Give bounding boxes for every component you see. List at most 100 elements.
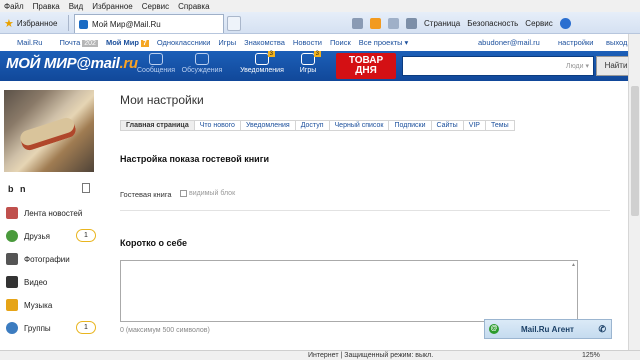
camera-icon [6,253,18,265]
checkbox-label: видимый блок [189,190,236,197]
rss-icon[interactable] [370,17,381,29]
profile-card-icon[interactable] [82,183,90,193]
tab-blacklist[interactable]: Черный список [329,120,390,131]
tab-whats-new[interactable]: Что нового [194,120,241,131]
print-icon[interactable] [406,17,417,29]
menu-edit[interactable]: Правка [33,2,60,11]
sidebar-item-label: Музыка [24,300,53,310]
music-icon [6,299,18,311]
sidebar-item-label: Фотографии [24,254,70,264]
nav-ok[interactable]: Одноклассники [157,38,211,47]
nav-dating[interactable]: Знакомства [244,38,285,47]
zoom-level[interactable]: 125% [582,352,600,359]
sidebar-item-feed[interactable]: Лента новостей [6,206,100,220]
sidebar: b n Лента новостей Друзья 1 Фотографии В… [0,81,100,350]
search-input[interactable]: Люди ▾ [402,56,594,76]
tab-notifications[interactable]: Уведомления [240,120,296,131]
nav-games-label: Игры [299,67,317,74]
about-textarea[interactable] [120,260,578,322]
promo-text: ТОВАР ДНЯ [348,55,384,76]
tools-menu[interactable]: Сервис [525,19,552,28]
security-menu[interactable]: Безопасность [467,19,518,28]
settings-panel: Мои настройки Главная страница Что новог… [100,81,640,350]
nav-discussions[interactable]: Обсуждения [180,53,224,74]
checkbox-box [180,190,187,197]
groups-icon [6,322,18,334]
mailru-agent-bar[interactable]: @ Mail.Ru Агент ✆ [484,319,612,339]
star-icon: ★ [4,17,14,30]
mymir-count-badge: 7 [140,40,149,47]
mailru-favicon-icon [79,19,88,29]
user-name[interactable]: b n [8,184,28,194]
page-scrollbar[interactable] [628,34,640,350]
about-heading: Коротко о себе [120,238,188,248]
sidebar-item-photos[interactable]: Фотографии [6,252,100,266]
tab-title: Мой Мир@Mail.Ru [92,19,161,29]
menu-view[interactable]: Вид [69,2,83,11]
tab-vip[interactable]: VIP [463,120,486,131]
sidebar-item-label: Группы [24,323,51,333]
settings-link[interactable]: настройки [558,38,594,47]
portal-header: МОЙ МИР@mail.ru Сообщения Обсуждения 3 У… [0,51,640,81]
nav-games-icon[interactable]: 3 Игры [286,51,330,74]
settings-tabs: Главная страница Что нового Уведомления … [120,120,515,131]
guestbook-visible-checkbox[interactable]: видимый блок [180,190,235,197]
home-icon[interactable] [352,17,363,29]
security-zone: Интернет | Защищенный режим: выкл. [308,352,434,359]
search-placeholder: Люди [565,63,584,70]
logo-text: МОЙ МИР@mail [6,55,120,72]
sidebar-item-label: Лента новостей [24,208,83,218]
nav-mail[interactable]: Почта 202 [59,38,98,47]
sidebar-item-music[interactable]: Музыка [6,298,100,312]
tab-themes[interactable]: Темы [485,120,515,131]
chevron-down-icon: ▾ [404,38,409,47]
new-tab-button[interactable] [227,16,241,31]
sidebar-item-video[interactable]: Видео [6,275,100,289]
tab-bar: ★ Избранное Мой Мир@Mail.Ru Страница Без… [0,12,640,34]
page-menu[interactable]: Страница [424,19,460,28]
sidebar-item-groups[interactable]: Группы 1 [6,321,100,335]
home-icon [6,207,18,219]
tab-sites[interactable]: Сайты [431,120,464,131]
status-bar: Интернет | Защищенный режим: выкл. 125% [0,350,640,360]
sidebar-item-friends[interactable]: Друзья 1 [6,229,100,243]
nav-news[interactable]: Новости [293,38,322,47]
games-count: 3 [313,51,321,57]
menu-file[interactable]: Файл [4,2,24,11]
tab-access[interactable]: Доступ [295,120,330,131]
nav-notifications[interactable]: 3 Уведомления [240,51,284,74]
mail-icon[interactable] [388,17,399,29]
browser-tab[interactable]: Мой Мир@Mail.Ru [74,14,224,33]
favorites-button[interactable]: ★ Избранное [4,15,57,31]
mymir-logo[interactable]: МОЙ МИР@mail.ru [6,55,138,72]
page-title: Мои настройки [120,93,204,107]
product-of-day-banner[interactable]: ТОВАР ДНЯ [336,53,396,79]
command-bar: Страница Безопасность Сервис [352,15,571,31]
tab-main-page[interactable]: Главная страница [120,120,195,131]
nav-discussions-label: Обсуждения [181,67,223,74]
nav-mymir[interactable]: Мой Мир 7 [106,38,149,47]
guestbook-heading: Настройка показа гостевой книги [120,154,269,164]
help-icon[interactable] [559,17,571,29]
nav-all-projects[interactable]: Все проекты [359,38,403,47]
menu-favorites[interactable]: Избранное [92,2,133,11]
nav-games[interactable]: Игры [218,38,236,47]
logout-link[interactable]: выход [606,38,627,47]
nav-mailru[interactable]: Mail.Ru [17,38,42,47]
phone-icon[interactable]: ✆ [598,324,606,335]
scrollbar-thumb[interactable] [631,86,639,216]
tab-subscriptions[interactable]: Подписки [389,120,432,131]
nav-mail-label: Почта [59,38,81,47]
nav-notifications-label: Уведомления [240,67,284,74]
menu-help[interactable]: Справка [178,2,209,11]
sidebar-item-label: Друзья [24,231,50,241]
menu-tools[interactable]: Сервис [142,2,169,11]
nav-search[interactable]: Поиск [330,38,351,47]
nav-mymir-label: Мой Мир [105,38,139,47]
friends-count-badge: 1 [76,229,96,242]
notifications-icon: 3 [255,51,275,65]
nav-messages[interactable]: Сообщения [134,53,178,74]
user-email[interactable]: abudoner@mail.ru [478,38,540,47]
divider [120,210,610,211]
avatar[interactable] [4,90,94,172]
